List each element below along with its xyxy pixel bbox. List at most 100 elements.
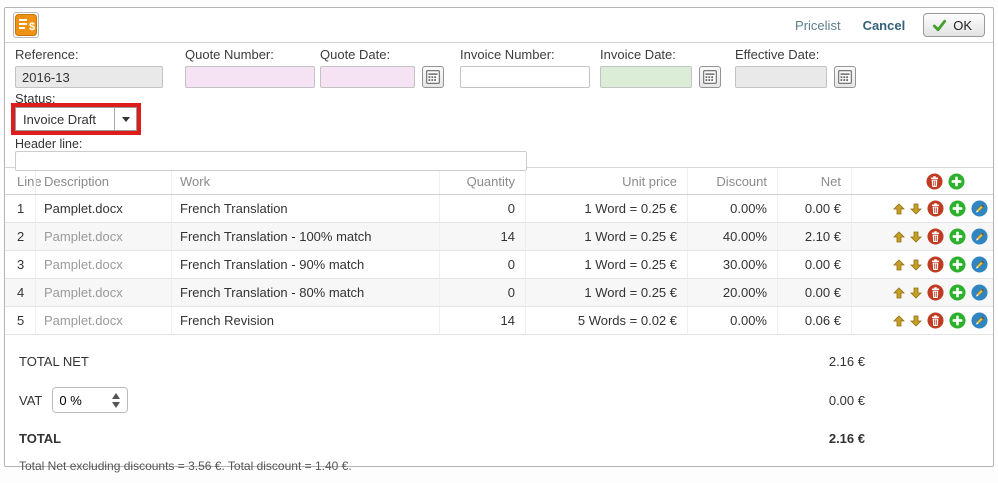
- pricelist-link[interactable]: Pricelist: [795, 18, 841, 33]
- edit-pencil-icon: [971, 312, 988, 329]
- totals-section: TOTAL NET 2.16 € VAT 0.00 € TOTAL 2.16 €…: [5, 335, 993, 477]
- quote-number-field-group: Quote Number:: [185, 47, 315, 88]
- arrow-up-icon: [893, 203, 905, 215]
- effective-date-input[interactable]: [735, 66, 827, 88]
- row-description: Pamplet.docx: [35, 223, 171, 250]
- row-work: French Translation - 80% match: [171, 279, 439, 306]
- row-line: 5: [5, 307, 35, 334]
- status-selected-value: Invoice Draft: [16, 108, 114, 130]
- edit-row-button[interactable]: [971, 312, 988, 329]
- reference-label: Reference:: [15, 47, 163, 62]
- vat-amount: 0.00 €: [829, 393, 865, 408]
- delete-row-button[interactable]: [927, 228, 944, 245]
- row-unit-price: 1 Word = 0.25 €: [525, 195, 687, 222]
- delete-row-button[interactable]: [927, 256, 944, 273]
- arrow-up-icon: [893, 231, 905, 243]
- move-down-button[interactable]: [910, 287, 922, 299]
- edit-pencil-icon: [971, 256, 988, 273]
- total-net-value: 2.16 €: [829, 354, 865, 369]
- stepper-down-icon[interactable]: [112, 402, 120, 408]
- add-line-button[interactable]: [948, 173, 965, 190]
- plus-icon: [949, 312, 966, 329]
- cancel-link[interactable]: Cancel: [863, 18, 906, 33]
- header-quantity: Quantity: [439, 168, 525, 194]
- arrow-up-icon: [893, 287, 905, 299]
- header-description: Description: [35, 168, 171, 194]
- row-work: French Translation - 100% match: [171, 223, 439, 250]
- form-area: Reference: Quote Number: Quote Date: Inv…: [5, 43, 993, 167]
- invoice-number-input[interactable]: [460, 66, 590, 88]
- invoice-icon: [15, 14, 37, 36]
- add-row-button[interactable]: [949, 256, 966, 273]
- invoice-date-field-group: Invoice Date:: [600, 47, 721, 88]
- add-row-button[interactable]: [949, 200, 966, 217]
- move-down-button[interactable]: [910, 203, 922, 215]
- row-actions: [851, 251, 993, 278]
- invoice-date-label: Invoice Date:: [600, 47, 721, 62]
- edit-row-button[interactable]: [971, 256, 988, 273]
- move-down-button[interactable]: [910, 315, 922, 327]
- add-row-button[interactable]: [949, 228, 966, 245]
- move-up-button[interactable]: [893, 231, 905, 243]
- quote-number-input[interactable]: [185, 66, 315, 88]
- ok-button[interactable]: OK: [923, 13, 985, 37]
- header-net: Net: [777, 168, 851, 194]
- plus-icon: [948, 173, 965, 190]
- invoice-icon-button[interactable]: [13, 12, 39, 38]
- row-actions: [851, 223, 993, 250]
- ok-button-label: OK: [953, 18, 972, 33]
- stepper-up-icon[interactable]: [112, 393, 120, 399]
- vat-stepper[interactable]: [105, 388, 127, 412]
- delete-row-button[interactable]: [927, 200, 944, 217]
- delete-row-button[interactable]: [927, 312, 944, 329]
- table-row: 5 Pamplet.docx French Revision 14 5 Word…: [5, 307, 993, 335]
- check-icon: [932, 18, 947, 33]
- vat-label: VAT: [19, 393, 42, 408]
- edit-row-button[interactable]: [971, 200, 988, 217]
- header-unit-price: Unit price: [525, 168, 687, 194]
- table-row: 4 Pamplet.docx French Translation - 80% …: [5, 279, 993, 307]
- move-up-button[interactable]: [893, 259, 905, 271]
- move-up-button[interactable]: [893, 287, 905, 299]
- edit-pencil-icon: [971, 200, 988, 217]
- row-net: 0.00 €: [777, 251, 851, 278]
- delete-row-button[interactable]: [927, 284, 944, 301]
- header-line: Line: [5, 168, 35, 194]
- add-row-button[interactable]: [949, 284, 966, 301]
- header-discount: Discount: [687, 168, 777, 194]
- toolbar: Pricelist Cancel OK: [5, 8, 993, 43]
- effective-date-calendar-button[interactable]: [834, 66, 856, 88]
- move-down-button[interactable]: [910, 259, 922, 271]
- invoice-date-calendar-button[interactable]: [699, 66, 721, 88]
- vat-spinner: [52, 387, 128, 413]
- quote-date-input[interactable]: [320, 66, 415, 88]
- row-line: 2: [5, 223, 35, 250]
- vat-input[interactable]: [53, 388, 105, 412]
- edit-row-button[interactable]: [971, 228, 988, 245]
- row-quantity: 14: [439, 307, 525, 334]
- row-net: 2.10 €: [777, 223, 851, 250]
- invoice-date-input[interactable]: [600, 66, 692, 88]
- row-discount: 0.00%: [687, 307, 777, 334]
- reference-input[interactable]: [15, 66, 163, 88]
- quote-date-calendar-button[interactable]: [422, 66, 444, 88]
- total-row: TOTAL 2.16 €: [5, 422, 993, 455]
- header-work: Work: [171, 168, 439, 194]
- lines-table: Line Description Work Quantity Unit pric…: [5, 167, 993, 335]
- move-down-button[interactable]: [910, 231, 922, 243]
- row-actions: [851, 307, 993, 334]
- add-row-button[interactable]: [949, 312, 966, 329]
- status-dropdown-arrow[interactable]: [114, 108, 136, 130]
- header-line-input[interactable]: [15, 151, 527, 171]
- effective-date-label: Effective Date:: [735, 47, 856, 62]
- move-up-button[interactable]: [893, 315, 905, 327]
- plus-icon: [949, 256, 966, 273]
- row-work: French Translation - 90% match: [171, 251, 439, 278]
- delete-all-button[interactable]: [926, 173, 943, 190]
- edit-row-button[interactable]: [971, 284, 988, 301]
- trash-icon: [927, 284, 944, 301]
- quote-number-label: Quote Number:: [185, 47, 315, 62]
- move-up-button[interactable]: [893, 203, 905, 215]
- invoice-number-field-group: Invoice Number:: [460, 47, 590, 88]
- status-select[interactable]: Invoice Draft: [15, 107, 137, 131]
